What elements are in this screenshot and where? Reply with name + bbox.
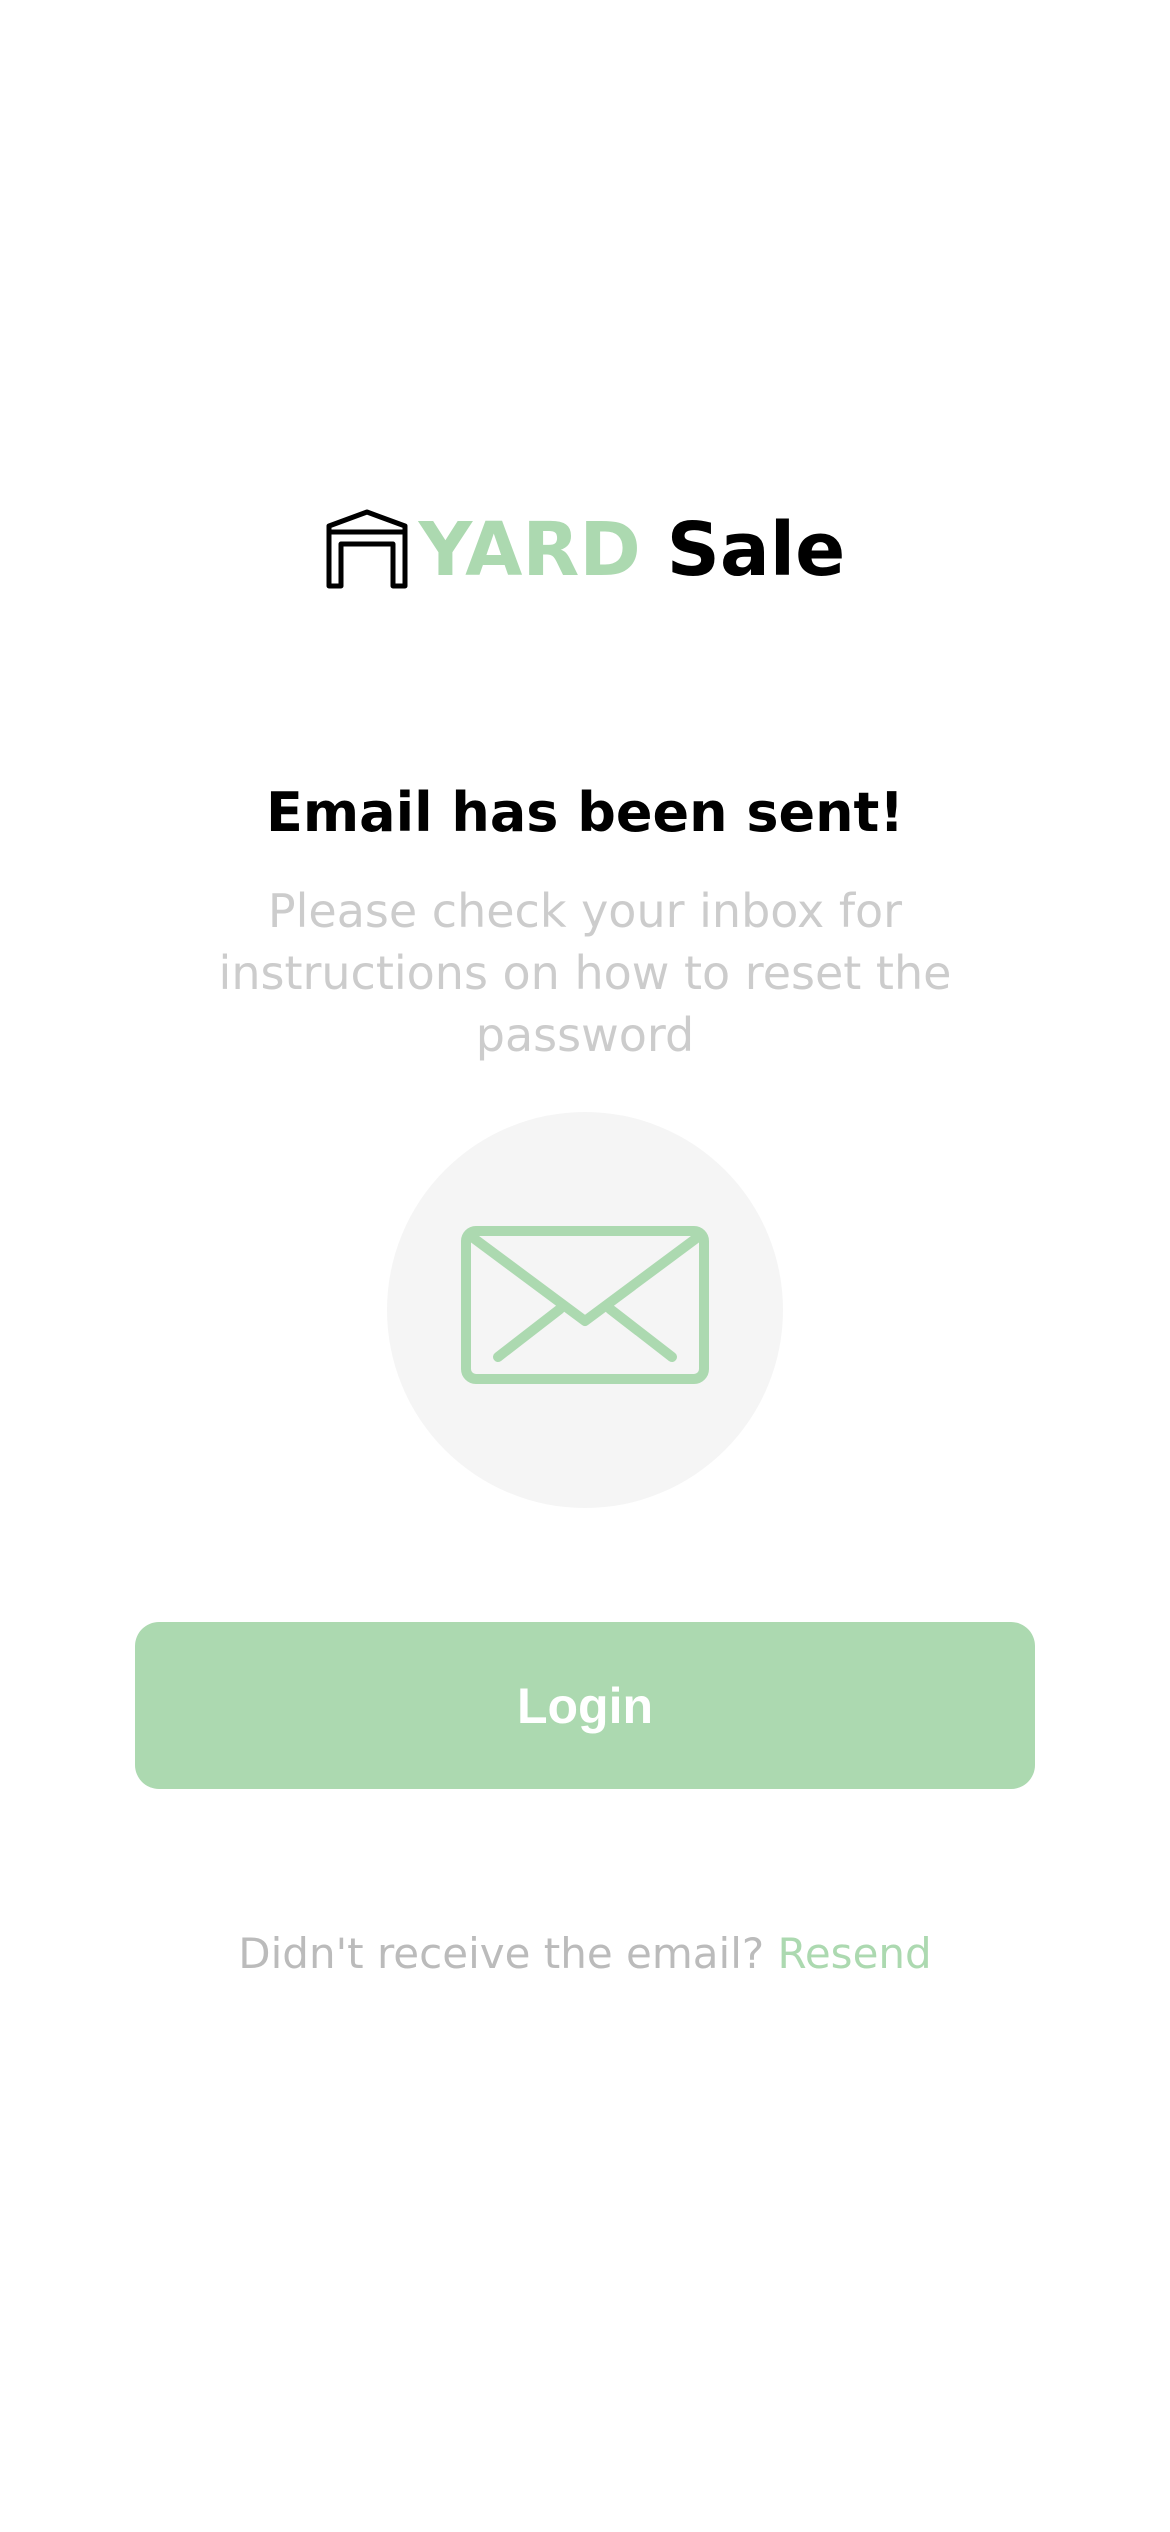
resend-link[interactable]: Resend [778,1929,932,1978]
login-button[interactable]: Login [135,1622,1035,1789]
brand-name: YARD Sale [419,513,846,587]
page-subtitle: Please check your inbox for instructions… [218,884,952,1062]
envelope-icon [461,1226,709,1384]
app-logo: YARD Sale [0,500,1170,600]
garage-icon [326,509,408,589]
brand-name-yard: YARD [418,507,641,593]
page-title: Email has been sent! [265,781,905,844]
envelope-illustration [387,1112,783,1508]
resend-row: Didn't receive the email? Resend [0,1924,1170,1984]
brand-name-sale: Sale [666,507,846,593]
resend-prompt: Didn't receive the email? [238,1929,765,1978]
